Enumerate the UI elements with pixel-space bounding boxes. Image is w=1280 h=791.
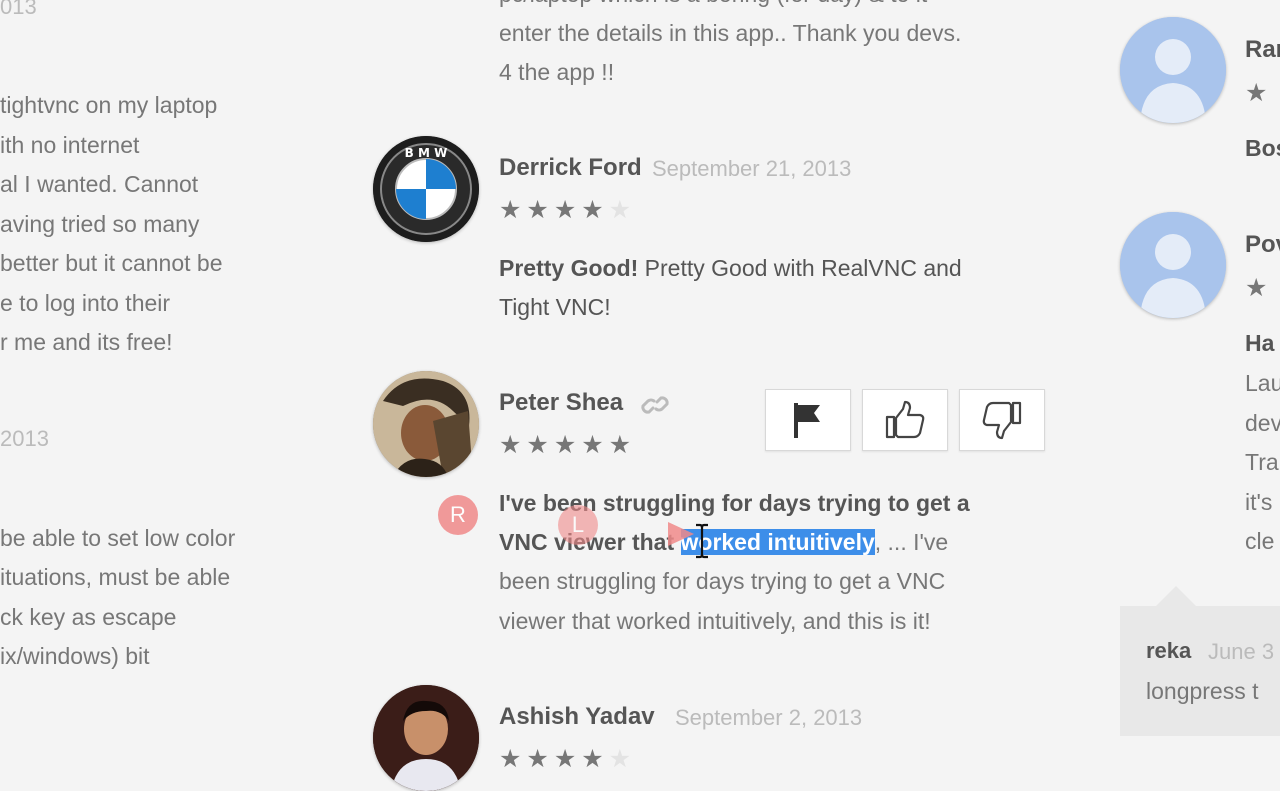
review-author[interactable]: Derrick Ford: [499, 154, 642, 182]
review-text-line: Pretty Good! Pretty Good with RealVNC an…: [499, 255, 962, 281]
review-title: Bos: [1245, 135, 1280, 161]
left-click-marker: L: [558, 505, 598, 545]
review-text-line: enter the details in this app.. Thank yo…: [499, 20, 962, 46]
review-text-line: al I wanted. Cannot: [0, 171, 199, 197]
svg-text:B M W: B M W: [405, 146, 448, 160]
review-date: 013: [0, 0, 37, 19]
review-date: September 2, 2013: [675, 705, 863, 730]
review-text-line: Tra: [1245, 449, 1279, 475]
review-text-line: ituations, must be able: [0, 564, 231, 590]
review-author[interactable]: Pov: [1245, 231, 1280, 259]
review-text-line: aving tried so many: [0, 211, 200, 237]
person-photo: [373, 685, 479, 791]
review-text-line: pc/laptop which is a boring (for day) & …: [499, 0, 927, 14]
avatar[interactable]: B M W: [373, 136, 479, 242]
default-user-icon: [1120, 17, 1226, 123]
avatar[interactable]: [1120, 17, 1226, 123]
review-text-line: dev: [1245, 410, 1280, 436]
flag-icon: [794, 403, 820, 438]
review-text-line: it's: [1245, 489, 1273, 515]
star-rating: ★★★★★: [499, 431, 637, 459]
review-text-line: cle: [1245, 528, 1275, 554]
review-text-line: been struggling for days trying to get a…: [499, 568, 946, 594]
avatar[interactable]: [373, 371, 479, 477]
flag-button[interactable]: [765, 389, 851, 451]
review-text-line: better but it cannot be: [0, 250, 223, 276]
reply-text: longpress t: [1146, 678, 1259, 704]
link-icon[interactable]: [640, 391, 672, 424]
review-text-line: ith no internet: [0, 132, 140, 158]
reply-pointer: [1156, 586, 1196, 606]
thumbs-down-button[interactable]: [959, 389, 1045, 451]
review-date: September 21, 2013: [652, 156, 852, 181]
right-click-marker: R: [438, 495, 478, 535]
review-author[interactable]: Ashish Yadav: [499, 703, 655, 731]
review-text-line: 4 the app !!: [499, 59, 615, 85]
review-text-line: r me and its free!: [0, 329, 173, 355]
person-photo: [373, 371, 479, 477]
text-cursor-icon: [694, 523, 710, 564]
avatar[interactable]: [373, 685, 479, 791]
review-text-line: Tight VNC!: [499, 294, 611, 320]
review-text-line: tightvnc on my laptop: [0, 92, 218, 118]
star-rating: ★: [1245, 274, 1273, 302]
review-date: 2013: [0, 426, 49, 451]
avatar[interactable]: [1120, 212, 1226, 318]
review-author[interactable]: Peter Shea: [499, 389, 623, 417]
star-rating: ★: [1245, 79, 1273, 107]
review-text-line: Lau: [1245, 370, 1280, 396]
thumbs-down-icon: [982, 401, 1022, 440]
reply-date: June 3: [1208, 639, 1275, 664]
bmw-logo-icon: B M W: [373, 136, 479, 242]
review-title: Ha: [1245, 330, 1275, 356]
default-user-icon: [1120, 212, 1226, 318]
review-text-line: ix/windows) bit: [0, 643, 150, 669]
reply-author: reka: [1146, 638, 1192, 663]
star-rating: ★★★★★: [499, 745, 637, 773]
review-title: Pretty Good!: [499, 255, 639, 281]
review-text-line: e to log into their: [0, 290, 171, 316]
review-text-line: viewer that worked intuitively, and this…: [499, 608, 931, 634]
review-text-line: ck key as escape: [0, 604, 177, 630]
drag-arrow-icon: [666, 520, 696, 553]
developer-reply: reka June 3 longpress t: [1120, 606, 1280, 736]
star-rating: ★★★★★: [499, 196, 637, 224]
review-text-line: be able to set low color: [0, 525, 236, 551]
thumbs-up-button[interactable]: [862, 389, 948, 451]
thumbs-up-icon: [885, 400, 925, 439]
review-author[interactable]: Ran: [1245, 36, 1280, 64]
